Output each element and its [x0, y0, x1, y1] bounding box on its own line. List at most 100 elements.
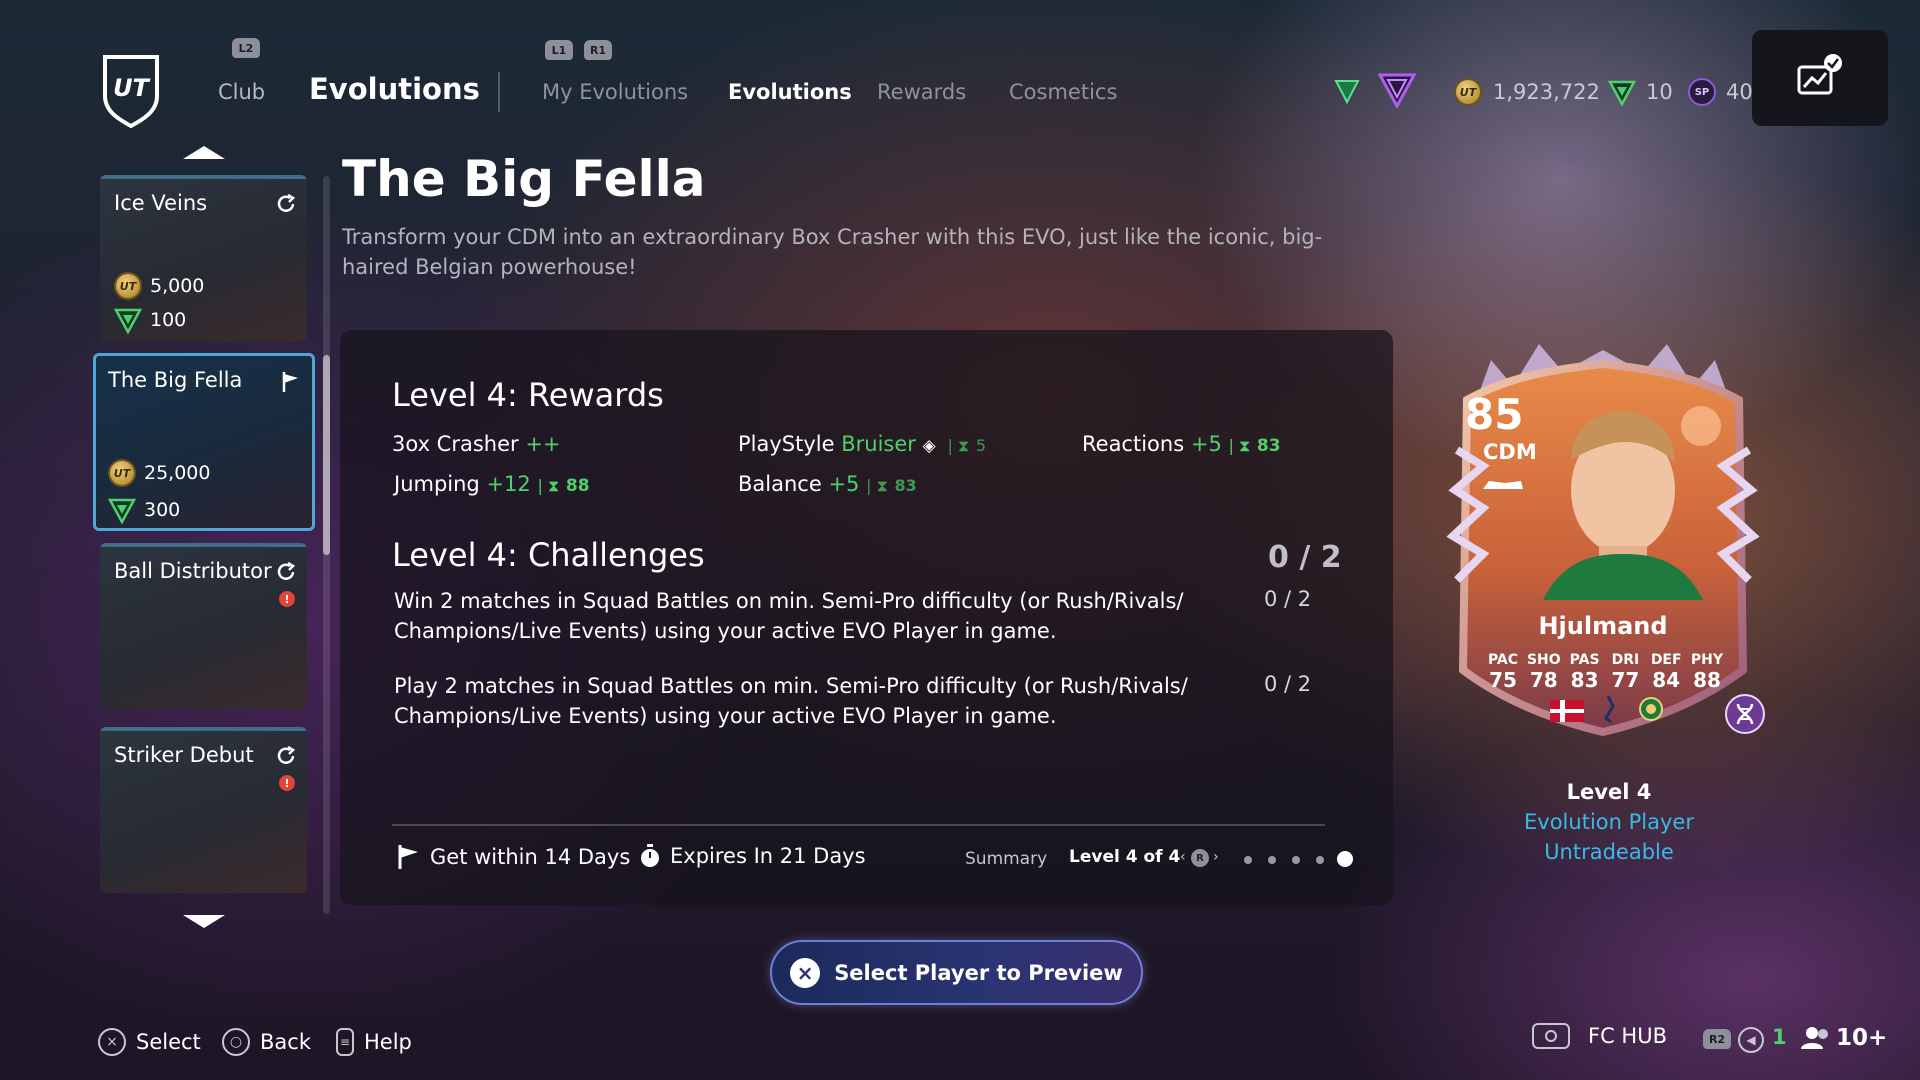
reward-cap: 83	[1256, 436, 1281, 456]
evolution-item-title: The Big Fella	[108, 368, 243, 392]
reward-box-crasher: 3ox Crasher ++	[392, 432, 561, 456]
hint-label: Back	[260, 1030, 311, 1054]
points-cost-value: 300	[144, 499, 181, 521]
challenge-1-text: Win 2 matches in Squad Battles on min. S…	[394, 589, 1184, 643]
hint-select[interactable]: × Select	[98, 1028, 201, 1056]
level-dot-1[interactable]	[1244, 856, 1252, 864]
chevron-right-icon[interactable]: ›	[1213, 849, 1219, 865]
reward-value: +12	[486, 472, 531, 496]
coins-icon: UT	[114, 272, 142, 300]
sp-balance: 40	[1726, 80, 1753, 104]
points-icon	[114, 308, 142, 334]
speaker-icon[interactable]: ◀	[1738, 1027, 1764, 1053]
club-badge-icon	[1638, 696, 1664, 722]
tab-my-evolutions[interactable]: My Evolutions	[542, 80, 688, 104]
hint-help[interactable]: ≡ Help	[336, 1028, 412, 1056]
challenge-2-progress: 0 / 2	[1264, 672, 1312, 696]
player-name: Hjulmand	[1538, 612, 1668, 640]
sp-icon: SP	[1688, 78, 1716, 106]
circle-button-icon: ○	[222, 1028, 250, 1056]
scroll-up-arrow-icon[interactable]	[183, 146, 225, 159]
camera-button-icon	[1532, 1023, 1570, 1049]
cap-hourglass-icon: | ⧗	[1228, 436, 1251, 455]
stat-label: DEF	[1650, 652, 1682, 668]
player-position: CDM	[1483, 440, 1537, 464]
challenge-2-text: Play 2 matches in Squad Battles on min. …	[394, 674, 1188, 728]
friends-count: 10+	[1836, 1025, 1888, 1051]
league-logo-icon	[1595, 694, 1621, 724]
l1-button-icon: L1	[545, 40, 573, 60]
svg-text:UT: UT	[113, 74, 150, 102]
coins-balance: 1,923,722	[1493, 80, 1600, 104]
tab-evolutions[interactable]: Evolutions	[728, 80, 852, 104]
chevron-left-icon[interactable]: ‹	[1180, 849, 1186, 865]
scroll-down-arrow-icon[interactable]	[183, 915, 225, 928]
challenges-heading: Level 4: Challenges	[392, 536, 705, 574]
tab-rewards[interactable]: Rewards	[877, 80, 966, 104]
reward-name: PlayStyle	[738, 432, 835, 456]
friends-icon	[1801, 1027, 1828, 1049]
l2-button-icon: L2	[232, 38, 260, 58]
coin-cost-value: 5,000	[150, 275, 205, 297]
evolution-item-title: Ball Distributor	[114, 559, 272, 583]
cross-button-icon: ×	[98, 1028, 126, 1056]
coin-cost-value: 25,000	[144, 462, 211, 484]
stat-value: 78	[1529, 668, 1558, 692]
stat-phy: PHY 88	[1689, 652, 1725, 692]
points-balance: 10	[1646, 80, 1673, 104]
fc-hub-button[interactable]: FC HUB	[1532, 1023, 1667, 1049]
cross-button-icon: ×	[790, 957, 821, 988]
division-badge-icon	[1377, 72, 1417, 112]
stat-value: 88	[1693, 668, 1721, 692]
summary-tab[interactable]: Summary	[965, 849, 1047, 869]
notification-count: 1	[1772, 1025, 1787, 1049]
hint-back[interactable]: ○ Back	[222, 1028, 311, 1056]
cap-hourglass-icon: | ⧗	[942, 436, 970, 455]
evolution-item-title: Ice Veins	[114, 191, 208, 215]
alert-icon: !	[279, 775, 295, 791]
card-top-strip	[100, 543, 307, 547]
expires-text: Expires In 21 Days	[670, 844, 866, 868]
list-scrollbar-thumb[interactable]	[323, 355, 330, 555]
refresh-icon	[275, 561, 297, 583]
level-indicator: Level 4 of 4	[1069, 847, 1181, 867]
stat-value: 77	[1611, 668, 1640, 692]
panel-divider	[392, 824, 1325, 826]
tab-cosmetics[interactable]: Cosmetics	[1009, 80, 1117, 104]
r1-button-icon: R1	[584, 40, 612, 60]
nav-evolutions[interactable]: Evolutions	[309, 72, 480, 106]
playstyle-diamond-icon: ◈	[922, 436, 936, 456]
level-dot-active[interactable]	[1337, 851, 1353, 867]
hint-label: Help	[364, 1030, 412, 1054]
evolution-points-cost: 100	[114, 306, 186, 334]
evolution-item-ice-veins[interactable]: Ice Veins UT 5,000 100	[100, 175, 307, 341]
evolution-item-striker-debut[interactable]: Striker Debut !	[100, 727, 307, 893]
friends-online[interactable]: 10+	[1800, 1025, 1887, 1051]
evolution-item-ball-distributor[interactable]: Ball Distributor !	[100, 543, 307, 709]
reward-jumping: Jumping +12 | ⧗ 88	[394, 472, 590, 496]
level-dot-4[interactable]	[1316, 856, 1324, 864]
cap-hourglass-icon: | ⧗	[866, 476, 888, 495]
refresh-icon	[275, 193, 297, 215]
select-player-to-preview-button[interactable]: × Select Player to Preview	[770, 940, 1143, 1005]
evolution-description: Transform your CDM into an extraordinary…	[342, 225, 1323, 279]
stat-value: 83	[1570, 668, 1599, 692]
reward-name: Balance	[738, 472, 822, 496]
ut-logo: UT	[102, 54, 160, 129]
fc-hub-label: FC HUB	[1588, 1024, 1667, 1048]
stat-dri: DRI 77	[1607, 652, 1643, 692]
nav-club[interactable]: Club	[218, 80, 265, 104]
card-top-strip	[100, 175, 307, 179]
level-dot-2[interactable]	[1268, 856, 1276, 864]
points-icon	[1607, 78, 1637, 110]
evolution-item-title: Striker Debut	[114, 743, 254, 767]
evolution-item-the-big-fella[interactable]: The Big Fella UT 25,000 300	[93, 353, 315, 531]
coins-icon: UT	[1454, 78, 1482, 106]
challenge-1-progress: 0 / 2	[1264, 587, 1312, 611]
objectives-button[interactable]	[1752, 30, 1888, 126]
stat-label: DRI	[1611, 652, 1640, 668]
level-dot-3[interactable]	[1292, 856, 1300, 864]
boot-icon	[1481, 476, 1525, 490]
flag-icon	[280, 370, 302, 392]
player-card[interactable]: 85 CDM Hjulmand PAC 75 SHO 78 PAS 83 DRI…	[1443, 340, 1765, 750]
